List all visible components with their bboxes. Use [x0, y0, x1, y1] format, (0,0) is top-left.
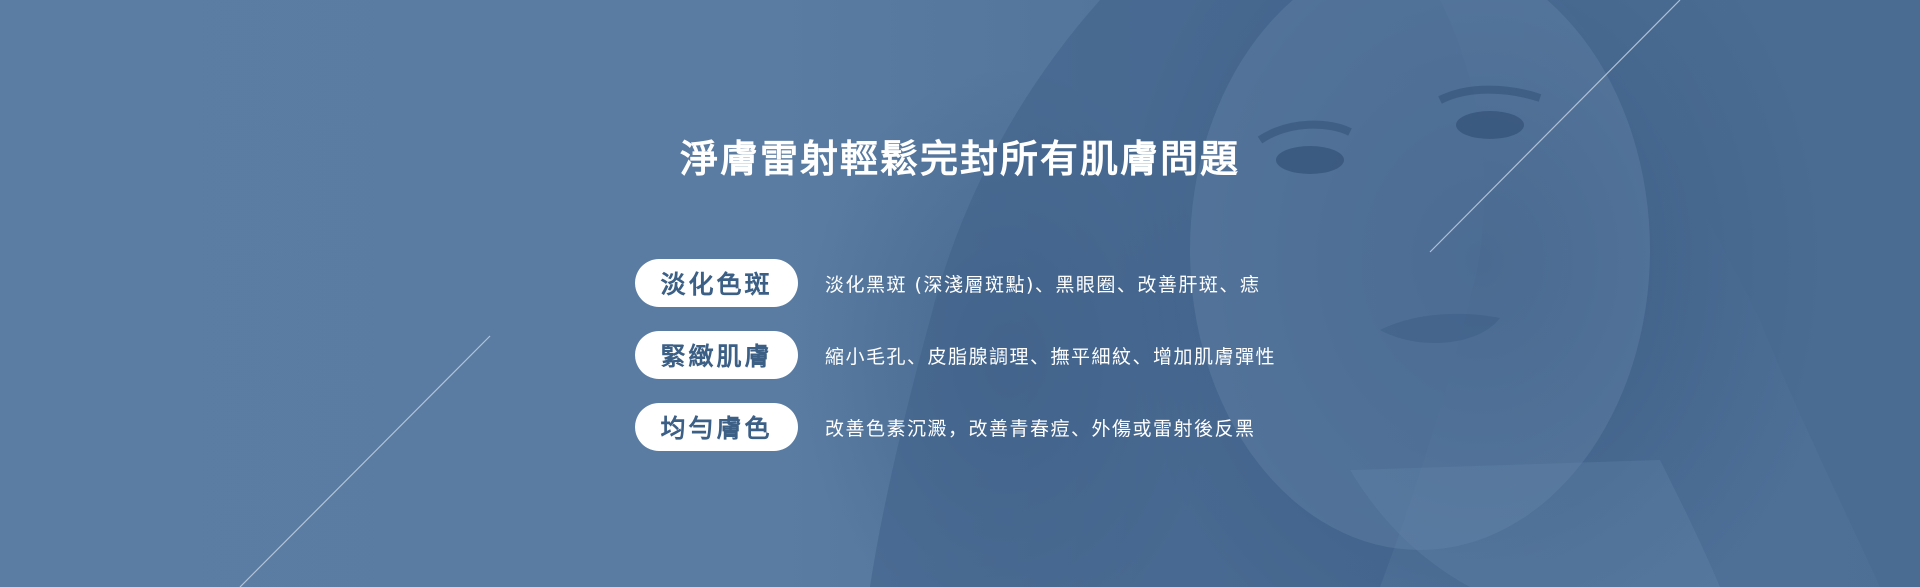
benefit-description: 縮小毛孔、皮脂腺調理、撫平細紋、增加肌膚彈性	[825, 345, 1277, 368]
benefit-label-badge: 淡化色斑	[635, 259, 798, 307]
page-title: 淨膚雷射輕鬆完封所有肌膚問題	[679, 137, 1240, 181]
benefit-list: 淡化色斑 淡化黑斑 (深淺層斑點)、黑眼圈、改善肝斑、痣 緊緻肌膚 縮小毛孔、皮…	[635, 259, 1335, 475]
benefit-description: 改善色素沉澱，改善青春痘、外傷或雷射後反黑	[825, 417, 1256, 440]
benefit-label-badge: 均勻膚色	[635, 403, 798, 451]
list-item: 緊緻肌膚 縮小毛孔、皮脂腺調理、撫平細紋、增加肌膚彈性	[635, 331, 1335, 379]
benefit-label-badge: 緊緻肌膚	[635, 331, 798, 379]
hero-banner: 淨膚雷射輕鬆完封所有肌膚問題 淡化色斑 淡化黑斑 (深淺層斑點)、黑眼圈、改善肝…	[0, 0, 1920, 587]
list-item: 均勻膚色 改善色素沉澱，改善青春痘、外傷或雷射後反黑	[635, 403, 1335, 451]
benefit-description: 淡化黑斑 (深淺層斑點)、黑眼圈、改善肝斑、痣	[825, 273, 1261, 296]
list-item: 淡化色斑 淡化黑斑 (深淺層斑點)、黑眼圈、改善肝斑、痣	[635, 259, 1335, 307]
